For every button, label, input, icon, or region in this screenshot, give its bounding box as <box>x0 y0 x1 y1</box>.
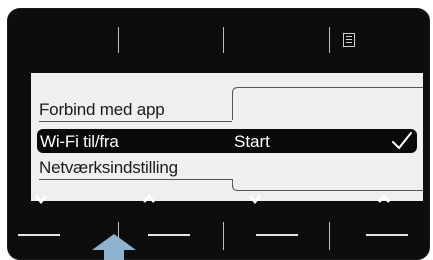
row-outline <box>39 121 232 122</box>
chevron-down-icon[interactable] <box>248 193 262 205</box>
bottom-key-separator <box>329 222 330 250</box>
chevron-up-icon[interactable] <box>377 193 391 205</box>
row-outline-corner <box>232 87 238 93</box>
menu-item-network-settings[interactable]: Netværksindstilling <box>31 155 423 179</box>
menu-item-value: Start <box>234 132 270 151</box>
appliance-control-panel: Forbind med app Wi-Fi til/fra Start Netv… <box>7 8 430 260</box>
row-outline <box>232 92 233 120</box>
top-key-separator <box>223 27 224 53</box>
row-outline <box>39 179 232 180</box>
row-outline <box>237 87 423 88</box>
menu-item-connect-app[interactable]: Forbind med app <box>31 97 423 121</box>
bottom-key-separator <box>223 222 224 250</box>
menu-item-label: Forbind med app <box>39 100 165 119</box>
row-outline-corner <box>232 185 238 191</box>
chevron-down-icon[interactable] <box>34 193 48 205</box>
top-key-separator <box>118 27 119 53</box>
key-marker <box>256 234 298 236</box>
key-marker <box>366 234 408 236</box>
up-arrow-pointer-icon <box>92 234 136 260</box>
menu-item-label: Wi-Fi til/fra <box>40 132 119 151</box>
menu-item-label: Netværksindstilling <box>39 158 178 177</box>
key-marker <box>148 234 190 236</box>
display-screen: Forbind med app Wi-Fi til/fra Start Netv… <box>31 73 423 201</box>
chevron-up-icon[interactable] <box>142 193 156 205</box>
row-outline <box>237 190 423 191</box>
list-icon[interactable] <box>343 33 355 47</box>
menu-item-wifi-toggle[interactable]: Wi-Fi til/fra Start <box>37 129 417 153</box>
top-key-separator <box>329 27 330 53</box>
key-marker <box>18 234 60 236</box>
checkmark-icon <box>392 132 412 149</box>
